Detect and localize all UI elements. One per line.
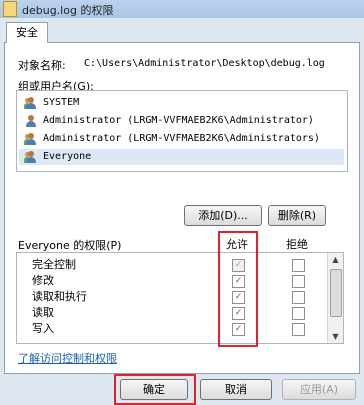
perm-name: 修改 [32,274,54,287]
add-button[interactable]: 添加(D)... [184,205,262,226]
user-list: SYSTEM Administrator (LRGM-VVFMAEB2K6\Ad… [16,90,348,172]
deny-checkbox[interactable] [292,259,305,272]
ok-button-highlight [114,374,196,405]
cancel-button[interactable]: 取消 [200,379,272,400]
scroll-thumb[interactable] [330,269,342,317]
object-name-label: 对象名称: [18,59,66,72]
user-name: Administrator (LRGM-VVFMAEB2K6\Administr… [43,133,320,144]
watermark: 系统之家 [238,350,318,374]
list-item-administrator[interactable]: Administrator (LRGM-VVFMAEB2K6\Administr… [19,113,344,129]
user-icon [25,115,38,127]
user-group-icon [24,133,38,145]
scroll-down-icon[interactable]: ▼ [330,331,341,342]
perm-row-read: 读取 ✓ [17,305,327,321]
deny-checkbox[interactable] [292,307,305,320]
permissions-list: 完全控制 ✓ 修改 ✓ 读取和执行 ✓ 读取 ✓ 写入 ✓ ▲ ▼ [16,252,344,344]
user-group-icon [24,151,38,163]
scroll-up-icon[interactable]: ▲ [330,254,341,265]
window-title: debug.log 的权限 [22,4,114,17]
perm-row-write: 写入 ✓ [17,321,327,337]
list-item-everyone[interactable]: Everyone [19,149,344,165]
deny-checkbox[interactable] [292,291,305,304]
perm-name: 写入 [32,322,54,335]
allow-column-highlight [218,231,258,347]
perm-name: 读取 [32,306,54,319]
object-name-value: C:\Users\Administrator\Desktop\debug.log [84,58,325,69]
remove-button[interactable]: 删除(R) [268,205,326,226]
perm-row-modify: 修改 ✓ [17,273,327,289]
perm-name: 读取和执行 [32,290,87,303]
deny-checkbox[interactable] [292,323,305,336]
perm-row-full-control: 完全控制 ✓ [17,257,327,273]
list-item-administrators[interactable]: Administrator (LRGM-VVFMAEB2K6\Administr… [19,131,344,147]
tab-security[interactable]: 安全 [6,22,48,43]
user-name: SYSTEM [43,97,80,108]
perm-row-read-execute: 读取和执行 ✓ [17,289,327,305]
perm-name: 完全控制 [32,258,76,271]
apply-button[interactable]: 应用(A) [282,379,356,400]
user-name: Everyone [43,151,92,162]
file-icon [3,1,17,17]
user-group-icon [24,97,38,109]
user-name: Administrator (LRGM-VVFMAEB2K6\Administr… [43,115,314,126]
permissions-scrollbar[interactable]: ▲ ▼ [327,253,343,343]
learn-permissions-link[interactable]: 了解访问控制和权限 [18,350,117,366]
permissions-title: Everyone 的权限(P) [18,239,122,252]
deny-header: 拒绝 [286,238,308,251]
title-bar[interactable]: debug.log 的权限 [0,0,364,18]
list-item-system[interactable]: SYSTEM [19,95,344,111]
deny-checkbox[interactable] [292,275,305,288]
